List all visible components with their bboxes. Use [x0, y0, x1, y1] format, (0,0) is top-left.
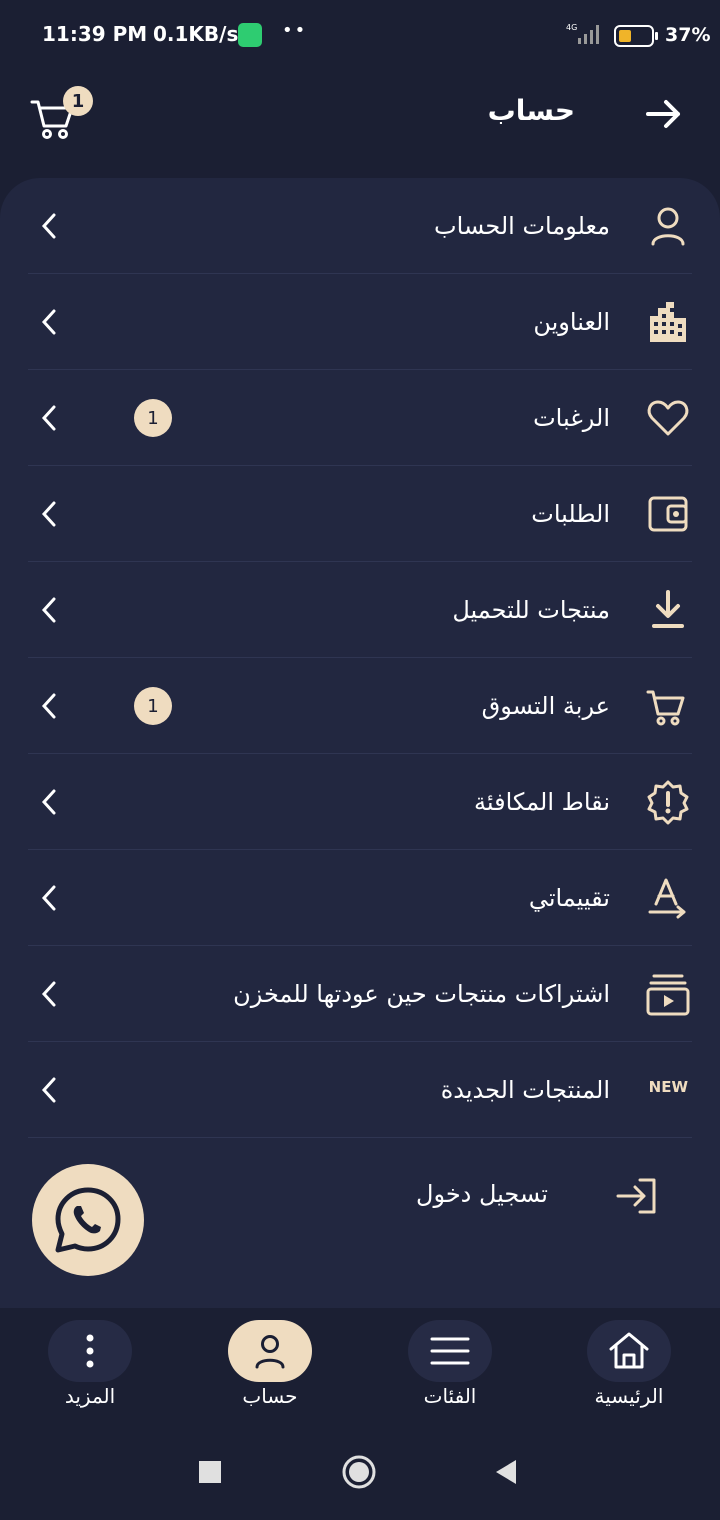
status-bar: 11:39 PM 0.1KB/s •• 4G 37%: [0, 0, 720, 70]
status-time: 11:39 PM: [42, 22, 148, 46]
menu-label: عربة التسوق: [481, 692, 610, 720]
reward-badge-icon: [647, 780, 689, 825]
system-navigation-bar: [0, 1428, 720, 1520]
heart-icon: [647, 400, 689, 436]
nav-label: الرئيسية: [594, 1384, 664, 1408]
login-label: تسجيل دخول: [416, 1180, 548, 1208]
page-title: حساب: [487, 94, 575, 127]
rating-icon: [648, 878, 686, 919]
nav-label: المزيد: [64, 1384, 116, 1408]
menu-item-back-in-stock-subscriptions[interactable]: اشتراكات منتجات حين عودتها للمخزن: [28, 946, 692, 1042]
whatsapp-button[interactable]: [32, 1164, 144, 1276]
chevron-left-icon: [41, 405, 56, 431]
menu-item-account-info[interactable]: معلومات الحساب: [28, 178, 692, 274]
battery-icon: [614, 25, 658, 47]
network-type: 4G: [566, 23, 577, 32]
chevron-left-icon: [41, 1077, 56, 1103]
cart-icon: [646, 690, 685, 726]
account-menu: معلومات الحساب العناوين الرغبات 1 الطلبا…: [0, 178, 720, 1308]
menu-item-cart[interactable]: عربة التسوق 1: [28, 658, 692, 754]
chevron-left-icon: [41, 213, 56, 239]
notification-dots-icon: ••: [282, 20, 308, 41]
user-icon: [255, 1335, 285, 1369]
cart-item-count-badge: 1: [134, 687, 172, 725]
menu-label: الرغبات: [533, 404, 610, 432]
recent-apps-icon[interactable]: [198, 1460, 222, 1484]
menu-item-wishlist[interactable]: الرغبات 1: [28, 370, 692, 466]
nav-label: حساب: [242, 1384, 298, 1408]
chevron-left-icon: [41, 981, 56, 1007]
menu-item-orders[interactable]: الطلبات: [28, 466, 692, 562]
wishlist-count-badge: 1: [134, 399, 172, 437]
nav-account-pill: [228, 1320, 312, 1382]
subscription-icon: [646, 974, 690, 1016]
menu-label: منتجات للتحميل: [452, 596, 610, 624]
more-icon: [86, 1334, 94, 1368]
whatsapp-icon: [55, 1187, 121, 1253]
vpn-icon: [238, 23, 262, 47]
menu-item-downloads[interactable]: منتجات للتحميل: [28, 562, 692, 658]
menu-icon: [430, 1337, 470, 1365]
user-icon: [651, 207, 685, 246]
nav-account[interactable]: حساب: [210, 1320, 330, 1420]
home-system-icon[interactable]: [341, 1454, 377, 1490]
status-speed: 0.1KB/s: [153, 22, 239, 46]
nav-home[interactable]: الرئيسية: [569, 1320, 689, 1420]
menu-item-new-products[interactable]: NEW المنتجات الجديدة: [28, 1042, 692, 1138]
menu-item-my-reviews[interactable]: تقييماتي: [28, 850, 692, 946]
battery-percent: 37%: [665, 24, 711, 46]
menu-label: معلومات الحساب: [434, 212, 610, 240]
nav-categories[interactable]: الفئات: [390, 1320, 510, 1420]
building-icon: [650, 302, 686, 342]
new-icon: NEW: [648, 1078, 688, 1096]
bottom-navigation: الرئيسية الفئات حساب المزيد: [0, 1308, 720, 1428]
menu-label: اشتراكات منتجات حين عودتها للمخزن: [233, 980, 610, 1008]
chevron-left-icon: [41, 597, 56, 623]
chevron-left-icon: [41, 789, 56, 815]
download-icon: [652, 590, 684, 628]
back-system-icon[interactable]: [492, 1458, 520, 1486]
chevron-left-icon: [41, 309, 56, 335]
nav-label: الفئات: [423, 1384, 477, 1408]
chevron-left-icon: [41, 885, 56, 911]
chevron-left-icon: [41, 693, 56, 719]
cart-count-badge: 1: [63, 86, 93, 116]
menu-label: العناوين: [533, 308, 610, 336]
nav-more[interactable]: المزيد: [30, 1320, 150, 1420]
home-icon: [609, 1332, 649, 1369]
chevron-left-icon: [41, 501, 56, 527]
menu-label: تقييماتي: [528, 884, 610, 912]
nav-more-pill: [48, 1320, 132, 1382]
back-arrow-icon[interactable]: [640, 90, 688, 138]
menu-label: نقاط المكافئة: [474, 788, 610, 816]
menu-item-reward-points[interactable]: نقاط المكافئة: [28, 754, 692, 850]
wallet-icon: [648, 496, 688, 532]
nav-home-pill: [587, 1320, 671, 1382]
signal-icon: 4G: [566, 23, 599, 44]
menu-label: المنتجات الجديدة: [440, 1076, 610, 1104]
app-header: حساب: [0, 70, 720, 180]
login-icon: [616, 1178, 656, 1214]
nav-categories-pill: [408, 1320, 492, 1382]
menu-label: الطلبات: [531, 500, 610, 528]
menu-item-addresses[interactable]: العناوين: [28, 274, 692, 370]
